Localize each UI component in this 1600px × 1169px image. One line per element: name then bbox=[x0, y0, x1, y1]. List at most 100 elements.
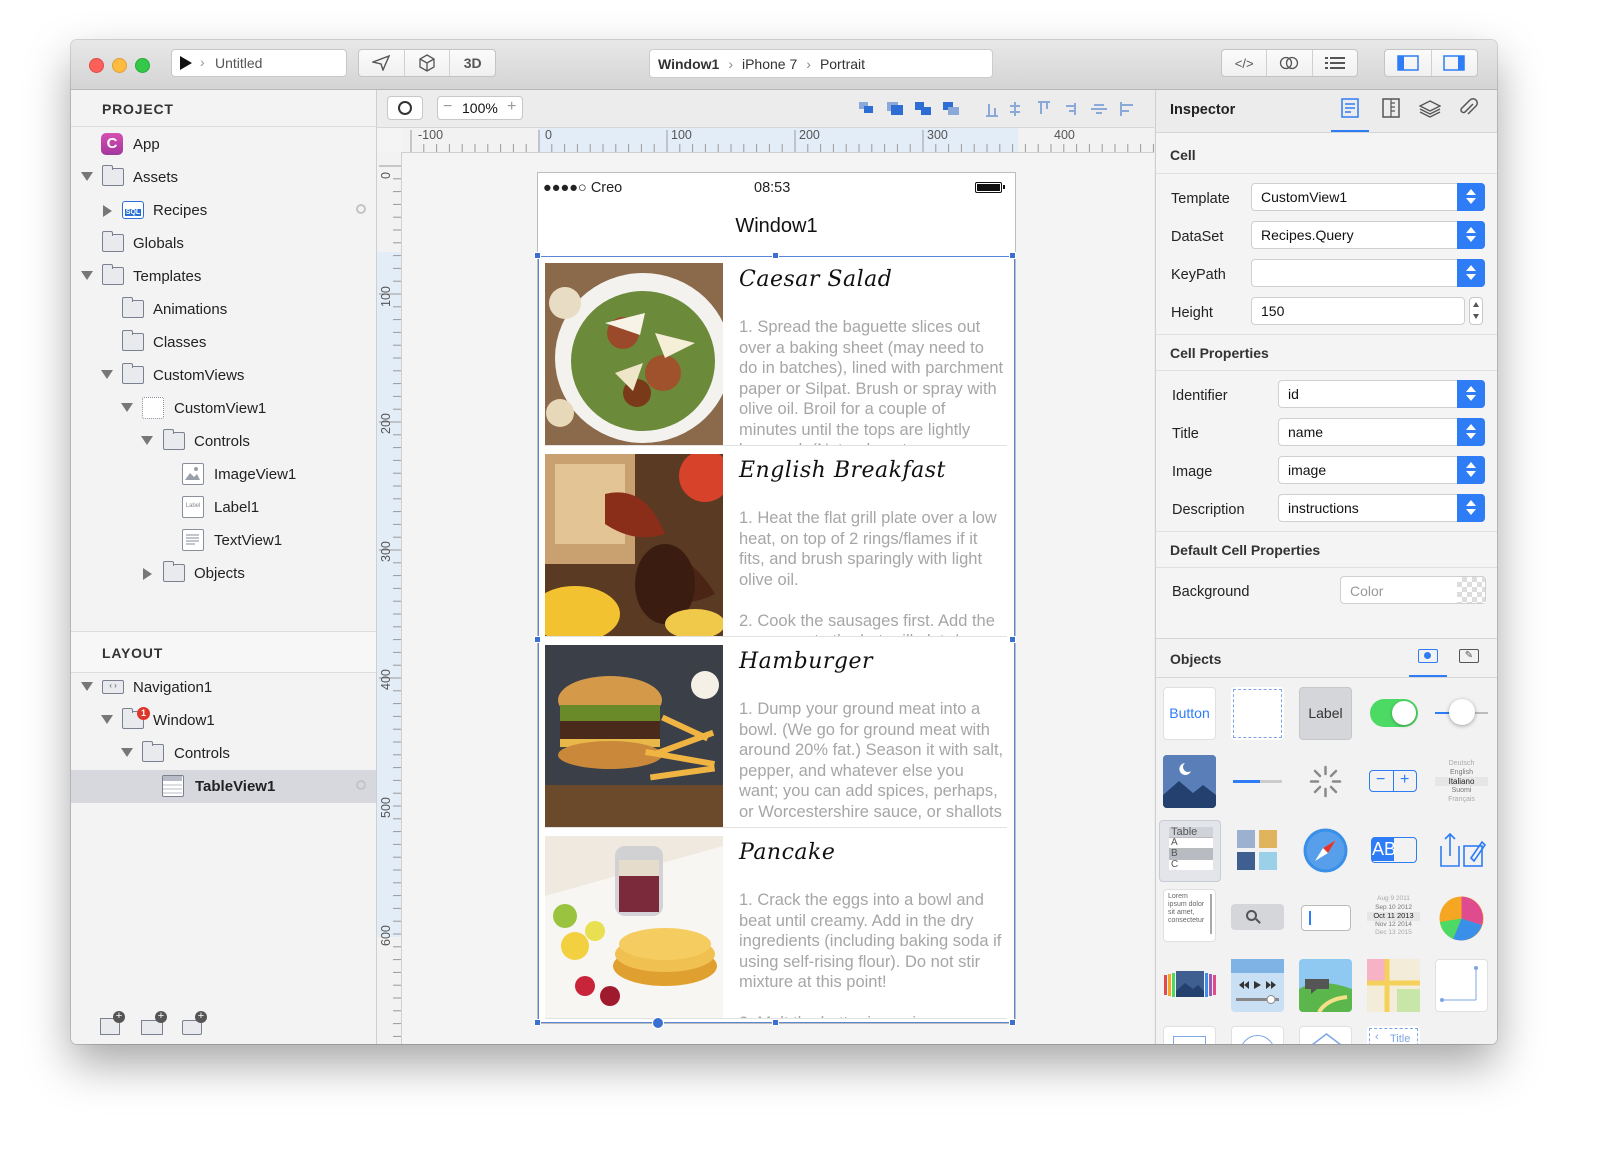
zoom-in-button[interactable]: + bbox=[507, 98, 516, 116]
object-textfield[interactable] bbox=[1299, 892, 1352, 945]
tab-attachments[interactable] bbox=[1449, 90, 1487, 132]
add-navigation-button[interactable]: + bbox=[141, 1011, 167, 1036]
object-mediaplayer[interactable] bbox=[1231, 959, 1284, 1012]
tree-item-recipes[interactable]: SQL Recipes bbox=[71, 194, 376, 227]
disclosure-closed-icon[interactable] bbox=[143, 568, 152, 580]
background-color-well[interactable]: Color bbox=[1340, 576, 1486, 604]
image-select[interactable]: image bbox=[1278, 456, 1485, 484]
object-chart[interactable] bbox=[1435, 892, 1488, 945]
resize-handle[interactable] bbox=[772, 252, 779, 259]
tree-item-customview1[interactable]: CustomView1 bbox=[71, 392, 376, 425]
breadcrumb-device[interactable]: iPhone 7 bbox=[742, 56, 797, 72]
object-imageview[interactable] bbox=[1163, 755, 1216, 808]
disclosure-open-icon[interactable] bbox=[81, 172, 93, 181]
height-stepper[interactable] bbox=[1469, 297, 1483, 325]
identifier-select[interactable]: id bbox=[1278, 380, 1485, 408]
object-gallery[interactable] bbox=[1163, 959, 1216, 1012]
tree-item-globals[interactable]: Globals bbox=[71, 227, 376, 260]
bring-to-front-icon[interactable] bbox=[887, 102, 903, 115]
object-slider[interactable] bbox=[1435, 687, 1488, 740]
disclosure-open-icon[interactable] bbox=[101, 370, 113, 379]
zoom-out-button[interactable]: − bbox=[443, 98, 452, 116]
recipe-cell[interactable]: Caesar Salad 1. Spread the baguette slice… bbox=[545, 263, 1015, 446]
tree-item-objects[interactable]: Objects bbox=[71, 557, 376, 590]
tree-item-layout-controls[interactable]: Controls bbox=[71, 737, 376, 770]
object-collectionview[interactable] bbox=[1231, 824, 1284, 877]
object-polygon[interactable] bbox=[1299, 1026, 1352, 1044]
add-window-button[interactable]: + bbox=[100, 1011, 125, 1036]
object-mapview-landscape[interactable] bbox=[1299, 959, 1352, 1012]
resize-handle[interactable] bbox=[534, 1019, 541, 1026]
object-stepper[interactable]: − + bbox=[1367, 755, 1420, 808]
close-window-button[interactable] bbox=[89, 58, 104, 73]
cube-button[interactable] bbox=[405, 50, 451, 76]
scheme-selector[interactable]: › Untitled bbox=[171, 49, 347, 77]
title-select[interactable]: name bbox=[1278, 418, 1485, 446]
tree-item-textview1[interactable]: TextView1 bbox=[71, 524, 376, 557]
add-object-button[interactable]: + bbox=[182, 1011, 207, 1036]
list-button[interactable] bbox=[1313, 50, 1357, 76]
tree-item-imageview1[interactable]: ImageView1 bbox=[71, 458, 376, 491]
disclosure-closed-icon[interactable] bbox=[103, 205, 112, 217]
tree-item-controls[interactable]: Controls bbox=[71, 425, 376, 458]
code-button[interactable]: </> bbox=[1222, 50, 1268, 76]
tab-layers[interactable] bbox=[1411, 90, 1449, 132]
tab-objects-library[interactable] bbox=[1409, 639, 1447, 677]
object-map[interactable] bbox=[1367, 959, 1420, 1012]
disclosure-open-icon[interactable] bbox=[101, 715, 113, 724]
disclosure-open-icon[interactable] bbox=[141, 436, 153, 445]
recipe-cell[interactable]: Hamburger 1. Dump your ground meat into a… bbox=[545, 645, 1015, 828]
template-select[interactable]: CustomView1 bbox=[1251, 183, 1485, 211]
tree-item-app[interactable]: C App bbox=[71, 128, 376, 161]
object-view[interactable] bbox=[1231, 687, 1284, 740]
resize-handle[interactable] bbox=[1009, 252, 1016, 259]
object-navigationbar[interactable]: ‹ Title bbox=[1367, 1026, 1420, 1044]
tree-item-animations[interactable]: Animations bbox=[71, 293, 376, 326]
object-progress[interactable] bbox=[1231, 755, 1284, 808]
object-segmented-control[interactable]: AB bbox=[1367, 824, 1420, 877]
object-button[interactable]: Button bbox=[1163, 687, 1216, 740]
height-input[interactable]: 150 bbox=[1251, 297, 1465, 325]
object-rectangle[interactable] bbox=[1163, 1026, 1216, 1044]
disclosure-open-icon[interactable] bbox=[121, 748, 133, 757]
minimize-window-button[interactable] bbox=[112, 58, 127, 73]
object-datepicker[interactable]: Aug 9 2011 Sep 10 2012 Oct 11 2013 Nov 1… bbox=[1367, 892, 1420, 945]
object-label[interactable]: Label bbox=[1299, 687, 1352, 740]
object-switch[interactable] bbox=[1367, 687, 1420, 740]
shape-tool-button[interactable] bbox=[387, 96, 423, 120]
disclosure-open-icon[interactable] bbox=[81, 271, 93, 280]
send-backward-icon[interactable] bbox=[915, 102, 931, 115]
dataset-select[interactable]: Recipes.Query bbox=[1251, 221, 1485, 249]
object-searchbar[interactable] bbox=[1231, 892, 1284, 945]
resize-handle[interactable] bbox=[534, 636, 541, 643]
resize-handle[interactable] bbox=[534, 252, 541, 259]
error-badge[interactable]: 1 bbox=[137, 707, 150, 720]
tree-item-tableview1[interactable]: TableView1 bbox=[71, 770, 376, 803]
tab-attributes[interactable] bbox=[1331, 90, 1369, 132]
align-icons[interactable] bbox=[983, 100, 1143, 118]
tree-item-classes[interactable]: Classes bbox=[71, 326, 376, 359]
tree-item-customviews[interactable]: CustomViews bbox=[71, 359, 376, 392]
tree-item-navigation1[interactable]: ‹ › Navigation1 bbox=[71, 671, 376, 704]
description-select[interactable]: instructions bbox=[1278, 494, 1485, 522]
resize-handle[interactable] bbox=[1009, 636, 1016, 643]
3d-button[interactable]: 3D bbox=[450, 50, 495, 76]
toggle-button[interactable] bbox=[1267, 50, 1313, 76]
resize-handle[interactable] bbox=[1009, 1019, 1016, 1026]
tab-layout[interactable] bbox=[1372, 90, 1410, 132]
breadcrumb-orientation[interactable]: Portrait bbox=[820, 56, 865, 72]
object-activity-indicator[interactable] bbox=[1299, 755, 1352, 808]
tree-item-assets[interactable]: Assets bbox=[71, 161, 376, 194]
left-panel-button[interactable] bbox=[1385, 50, 1432, 76]
object-tableview[interactable]: Table A B C bbox=[1159, 820, 1221, 882]
object-share[interactable] bbox=[1435, 824, 1488, 877]
disclosure-open-icon[interactable] bbox=[81, 682, 93, 691]
recipe-cell[interactable]: Pancake 1. Crack the eggs into a bowl and… bbox=[545, 836, 1015, 1019]
keypath-select[interactable] bbox=[1251, 259, 1485, 287]
object-constraint[interactable] bbox=[1435, 959, 1488, 1012]
zoom-level[interactable]: 100% bbox=[462, 100, 498, 116]
object-picker[interactable]: Deutsch English Italiano Suomi Français bbox=[1435, 755, 1488, 808]
tree-item-window1[interactable]: 1 Window1 bbox=[71, 704, 376, 737]
tree-item-label1[interactable]: Label Label1 bbox=[71, 491, 376, 524]
recipe-cell[interactable]: English Breakfast 1. Heat the flat grill … bbox=[545, 454, 1015, 637]
